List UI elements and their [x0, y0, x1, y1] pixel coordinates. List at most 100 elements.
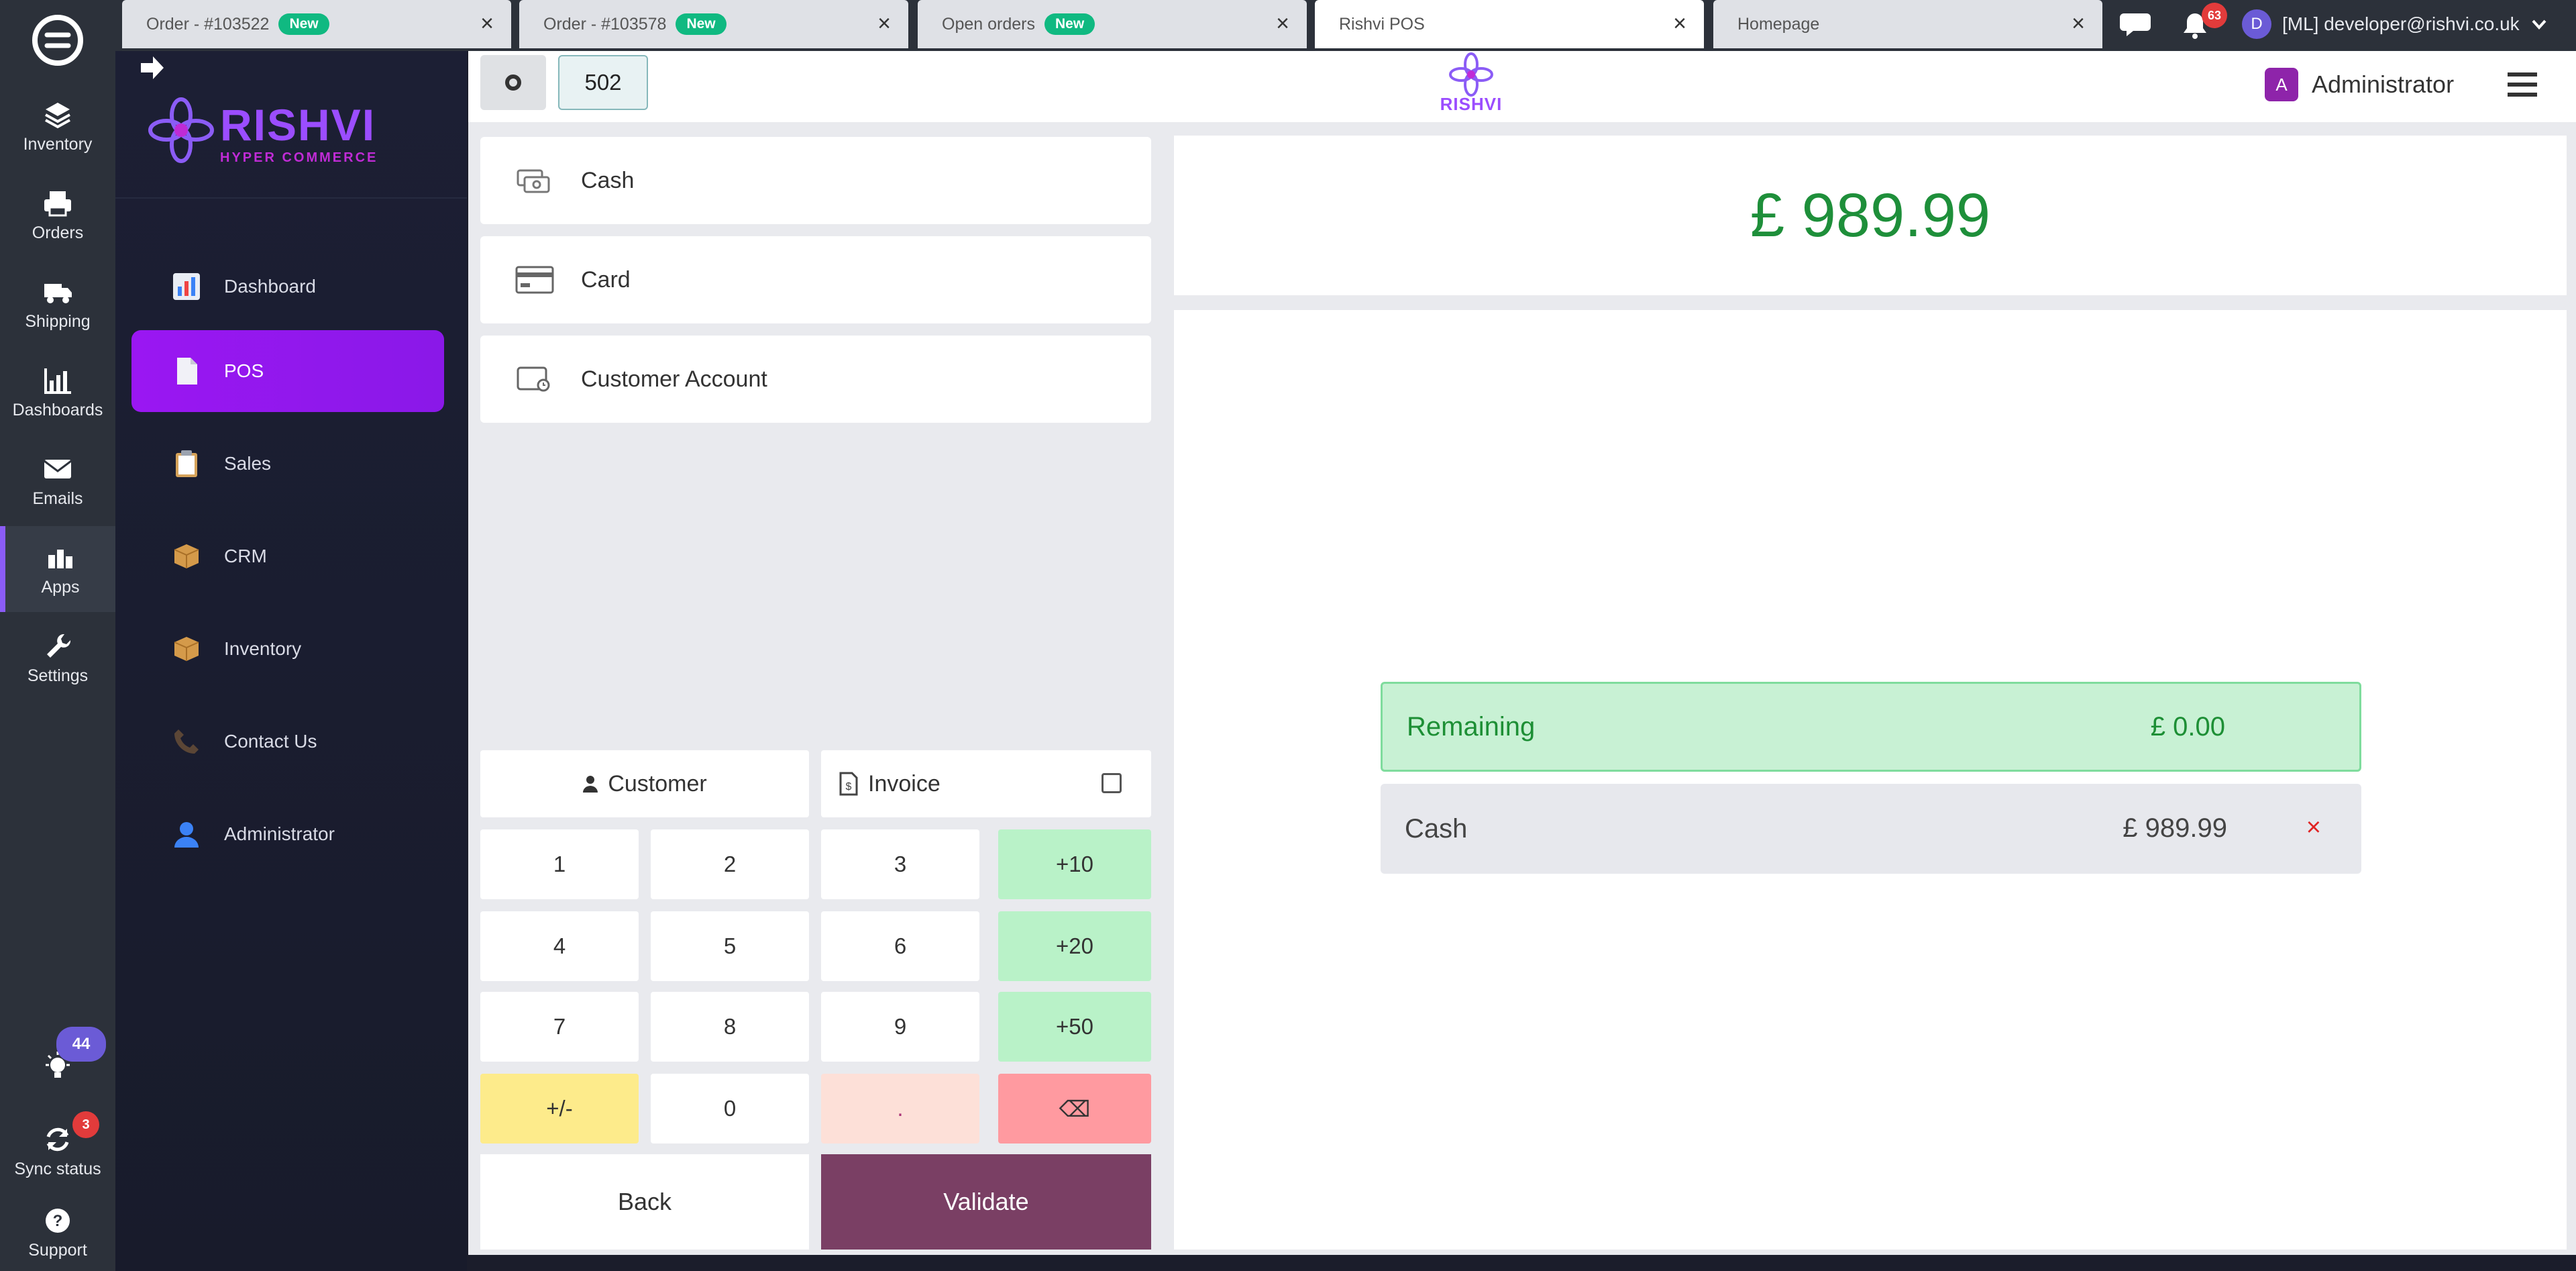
user-icon [583, 776, 598, 793]
back-button[interactable]: Back [480, 1154, 809, 1250]
user-menu[interactable]: D [ML] developer@rishvi.co.uk [2242, 9, 2549, 39]
rail-item-label: Shipping [25, 311, 91, 331]
brand-flower-icon [148, 97, 214, 163]
tab-order-103522[interactable]: Order - #103522 New × [122, 0, 511, 48]
validate-button[interactable]: Validate [821, 1154, 1151, 1250]
tab-rishvi-pos[interactable]: Rishvi POS × [1315, 0, 1704, 48]
cashier-menu[interactable]: A Administrator [2265, 64, 2454, 105]
numpad-key-6[interactable]: 6 [821, 911, 979, 981]
nav-item-label: POS [224, 360, 264, 381]
nav-item-label: CRM [224, 546, 267, 566]
notifications[interactable]: 63 [2175, 0, 2235, 48]
invoice-icon: $ [839, 772, 858, 796]
tab-title: Homepage [1737, 14, 1820, 34]
numpad-key-3[interactable]: 3 [821, 829, 979, 899]
cashier-avatar: A [2265, 68, 2298, 101]
nav-item-label: Administrator [224, 823, 335, 844]
rail-support[interactable]: ? Support [0, 1193, 115, 1271]
nav-item-crm[interactable]: CRM [131, 515, 444, 597]
invoice-toggle[interactable]: $ Invoice [821, 750, 1151, 817]
rail-item-inventory[interactable]: Inventory [0, 83, 115, 169]
box-icon [172, 634, 201, 664]
payment-method-card[interactable]: Card [480, 236, 1151, 323]
payment-method-customer-account[interactable]: Customer Account [480, 336, 1151, 423]
nav-item-administrator[interactable]: Administrator [131, 793, 444, 875]
rail-item-emails[interactable]: Emails [0, 438, 115, 523]
pos-screen: 502 RISHVI A Administrator Cash Card Cus… [468, 51, 2576, 1255]
arrow-right-icon[interactable] [136, 51, 169, 85]
tab-order-103578[interactable]: Order - #103578 New × [519, 0, 908, 48]
rail-item-settings[interactable]: Settings [0, 615, 115, 701]
tips-badge: 44 [56, 1027, 106, 1062]
phone-icon [172, 727, 201, 756]
app-logo-icon[interactable] [30, 12, 86, 68]
user-label: [ML] developer@rishvi.co.uk [2282, 13, 2520, 34]
remaining-label: Remaining [1407, 711, 1536, 742]
numpad-key-plus-minus[interactable]: +/- [480, 1074, 639, 1143]
circle-icon [505, 74, 521, 91]
numpad-key-plus-50[interactable]: +50 [998, 992, 1151, 1062]
numpad-key-plus-20[interactable]: +20 [998, 911, 1151, 981]
order-number-tab[interactable]: 502 [558, 55, 648, 110]
new-badge: New [676, 13, 727, 35]
chat-icon[interactable] [2120, 9, 2153, 39]
payment-method-cash[interactable]: Cash [480, 137, 1151, 224]
close-icon[interactable]: × [480, 12, 494, 35]
numpad-key-2[interactable]: 2 [651, 829, 809, 899]
numpad-key-9[interactable]: 9 [821, 992, 979, 1062]
cashier-name: Administrator [2312, 70, 2455, 98]
numpad-key-plus-10[interactable]: +10 [998, 829, 1151, 899]
apps-icon [48, 549, 72, 568]
rail-item-label: Orders [32, 223, 84, 242]
remaining-amount: £ 0.00 [2150, 711, 2225, 742]
numpad-key-5[interactable]: 5 [651, 911, 809, 981]
numpad-key-1[interactable]: 1 [480, 829, 639, 899]
hamburger-menu-icon[interactable] [2508, 71, 2537, 98]
tab-open-orders[interactable]: Open orders New × [918, 0, 1307, 48]
close-icon[interactable]: × [877, 12, 891, 35]
payment-line-method: Cash [1405, 813, 1468, 844]
chevron-down-icon [2532, 19, 2546, 30]
numpad-key-7[interactable]: 7 [480, 992, 639, 1062]
brand-flower-icon [1449, 52, 1493, 97]
printer-icon [44, 191, 71, 216]
brand-logo: RISHVI HYPER COMMERCE [148, 91, 402, 172]
nav-item-inventory[interactable]: Inventory [131, 608, 444, 690]
nav-item-label: Dashboard [224, 276, 316, 297]
package-icon [172, 542, 201, 571]
payment-line-amount: £ 989.99 [2123, 813, 2227, 843]
order-selector-button[interactable] [480, 55, 546, 110]
nav-item-pos[interactable]: POS [131, 330, 444, 412]
rail-item-apps[interactable]: Apps [0, 526, 115, 612]
rail-item-label: Apps [41, 577, 80, 597]
numpad-key-4[interactable]: 4 [480, 911, 639, 981]
clipboard-icon [172, 449, 201, 478]
rail-item-shipping[interactable]: Shipping [0, 260, 115, 346]
rail-item-orders[interactable]: Orders [0, 172, 115, 258]
rail-item-dashboards[interactable]: Dashboards [0, 349, 115, 435]
tab-title: Order - #103522 [146, 14, 270, 34]
divider [115, 197, 467, 199]
payment-line[interactable]: Cash £ 989.99 × [1381, 784, 2361, 874]
numpad-key-backspace[interactable]: ⌫ [998, 1074, 1151, 1143]
customer-button[interactable]: Customer [480, 750, 809, 817]
nav-item-contact-us[interactable]: Contact Us [131, 701, 444, 782]
numpad-key-0[interactable]: 0 [651, 1074, 809, 1143]
app-rail: Inventory Orders Shipping Dashboards Ema… [0, 0, 115, 1271]
close-icon[interactable]: × [2072, 12, 2085, 35]
invoice-checkbox[interactable] [1102, 773, 1122, 793]
close-icon[interactable]: × [1673, 12, 1686, 35]
numpad-key-decimal[interactable]: . [821, 1074, 979, 1143]
rail-item-label: Inventory [23, 134, 93, 154]
nav-item-dashboard[interactable]: Dashboard [131, 246, 444, 327]
numpad-key-8[interactable]: 8 [651, 992, 809, 1062]
remove-payment-icon[interactable]: × [2306, 813, 2321, 842]
close-icon[interactable]: × [1276, 12, 1289, 35]
side-navigation: RISHVI HYPER COMMERCE Dashboard POS Sale… [115, 51, 467, 1271]
rail-item-label: Support [28, 1240, 87, 1260]
nav-item-label: Contact Us [224, 731, 317, 752]
tab-homepage[interactable]: Homepage × [1713, 0, 2102, 48]
sync-icon [46, 1127, 69, 1151]
nav-item-sales[interactable]: Sales [131, 423, 444, 505]
new-badge: New [1044, 13, 1095, 35]
